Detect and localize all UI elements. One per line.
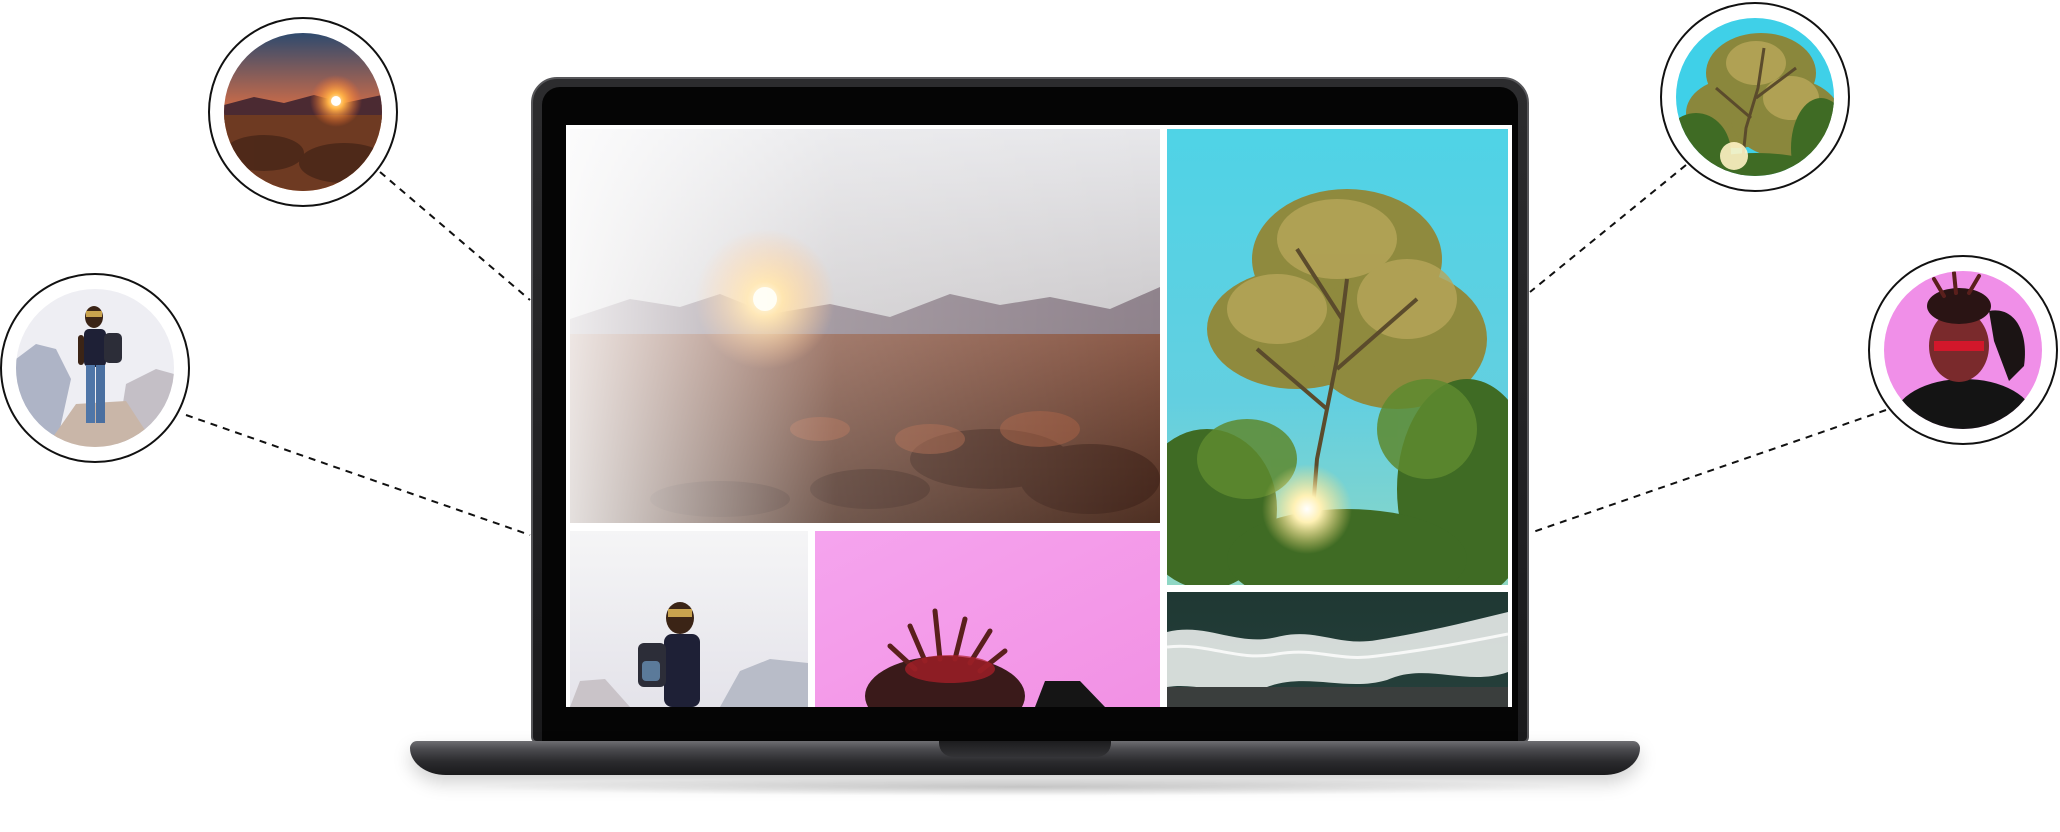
connector-line-hiker [185,414,531,536]
avatar-portrait-image [1884,271,2042,429]
avatar-tree-image [1676,18,1834,176]
ocean-image [1167,592,1508,707]
gallery-tile-hiker[interactable] [570,531,808,707]
avatar-tree[interactable] [1660,2,1850,192]
gallery-tile-sunset[interactable] [570,129,1160,523]
avatar-sunset-image [224,33,382,191]
gallery-tile-tree[interactable] [1167,129,1508,585]
laptop-lid [531,77,1529,743]
laptop-shadow [470,778,1580,796]
gallery-tile-ocean[interactable] [1167,592,1508,707]
avatar-sunset[interactable] [208,17,398,207]
laptop-opening-notch [939,741,1111,757]
laptop-screen [566,125,1512,707]
connector-line-tree [1529,164,1687,293]
avatar-hiker[interactable] [0,273,190,463]
connector-line-portrait [1529,409,1887,534]
gallery-tile-portrait[interactable] [815,531,1160,707]
hiker-image [570,531,808,707]
laptop-base [410,741,1640,775]
illustration-stage [0,0,2060,832]
avatar-hiker-image [16,289,174,447]
portrait-image [815,531,1160,707]
laptop-bezel [542,87,1518,741]
tree-image [1167,129,1508,585]
connector-line-sunset [379,171,531,301]
sunset-image [570,129,1160,523]
avatar-portrait[interactable] [1868,255,2058,445]
